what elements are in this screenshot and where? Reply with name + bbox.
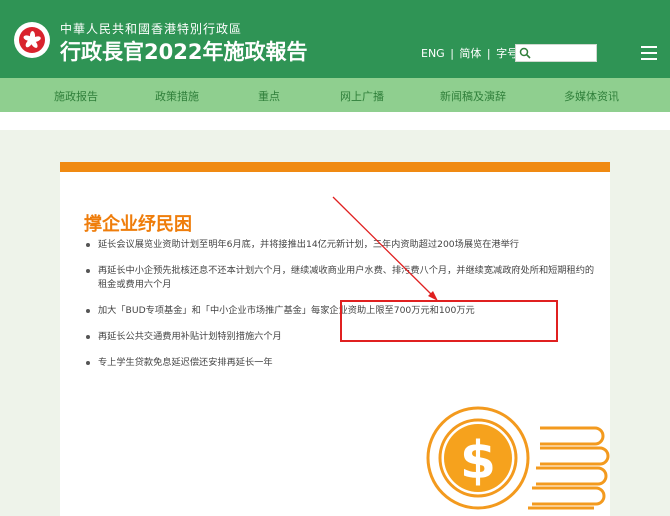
header-bar: 中華人民共和國香港特別行政區 行政長官2022年施政報告 ENG | 简体 | …	[0, 0, 670, 78]
section-title: 撑企业纾民困	[84, 214, 192, 235]
main-nav: 施政报告 政策措施 重点 网上广播 新闻稿及演辞 多媒体资讯	[0, 78, 670, 112]
lang-separator: |	[450, 47, 454, 60]
nav-item-policy-address[interactable]: 施政报告	[54, 88, 98, 104]
search-icon[interactable]	[519, 47, 531, 59]
nav-item-highlights[interactable]: 重点	[258, 88, 280, 104]
nav-item-multimedia[interactable]: 多媒体资讯	[564, 88, 619, 104]
card-accent-bar	[60, 162, 610, 172]
list-item: 专上学生贷款免息延迟偿还安排再延长一年	[84, 356, 596, 370]
list-item: 再延长中小企预先批核还息不还本计划六个月，继续减收商业用户水费、排污费八个月，并…	[84, 264, 596, 292]
nav-item-policy-measures[interactable]: 政策措施	[155, 88, 199, 104]
annotation-highlight-box	[340, 300, 558, 342]
nav-item-press-releases[interactable]: 新闻稿及演辞	[440, 88, 506, 104]
list-item: 延长会议展览业资助计划至明年6月底，并将接推出14亿元新计划，三年内资助超过20…	[84, 238, 596, 252]
lang-english-link[interactable]: ENG	[421, 47, 445, 60]
dollar-coins-illustration-icon: $	[426, 406, 610, 510]
search-input[interactable]	[534, 45, 594, 59]
site-title[interactable]: 行政長官2022年施政報告	[60, 36, 307, 66]
language-switcher: ENG | 简体 | 字号	[420, 45, 519, 61]
svg-text:$: $	[460, 431, 496, 491]
nav-underlay	[0, 112, 670, 130]
hamburger-menu-icon[interactable]	[641, 46, 657, 60]
bauhinia-emblem-icon[interactable]	[14, 22, 50, 58]
search-box[interactable]	[515, 44, 597, 62]
site-subtitle: 中華人民共和國香港特別行政區	[60, 22, 243, 36]
lang-separator: |	[486, 47, 491, 60]
lang-simplified-link[interactable]: 简体	[459, 47, 481, 60]
nav-item-webcast[interactable]: 网上广播	[340, 88, 384, 104]
